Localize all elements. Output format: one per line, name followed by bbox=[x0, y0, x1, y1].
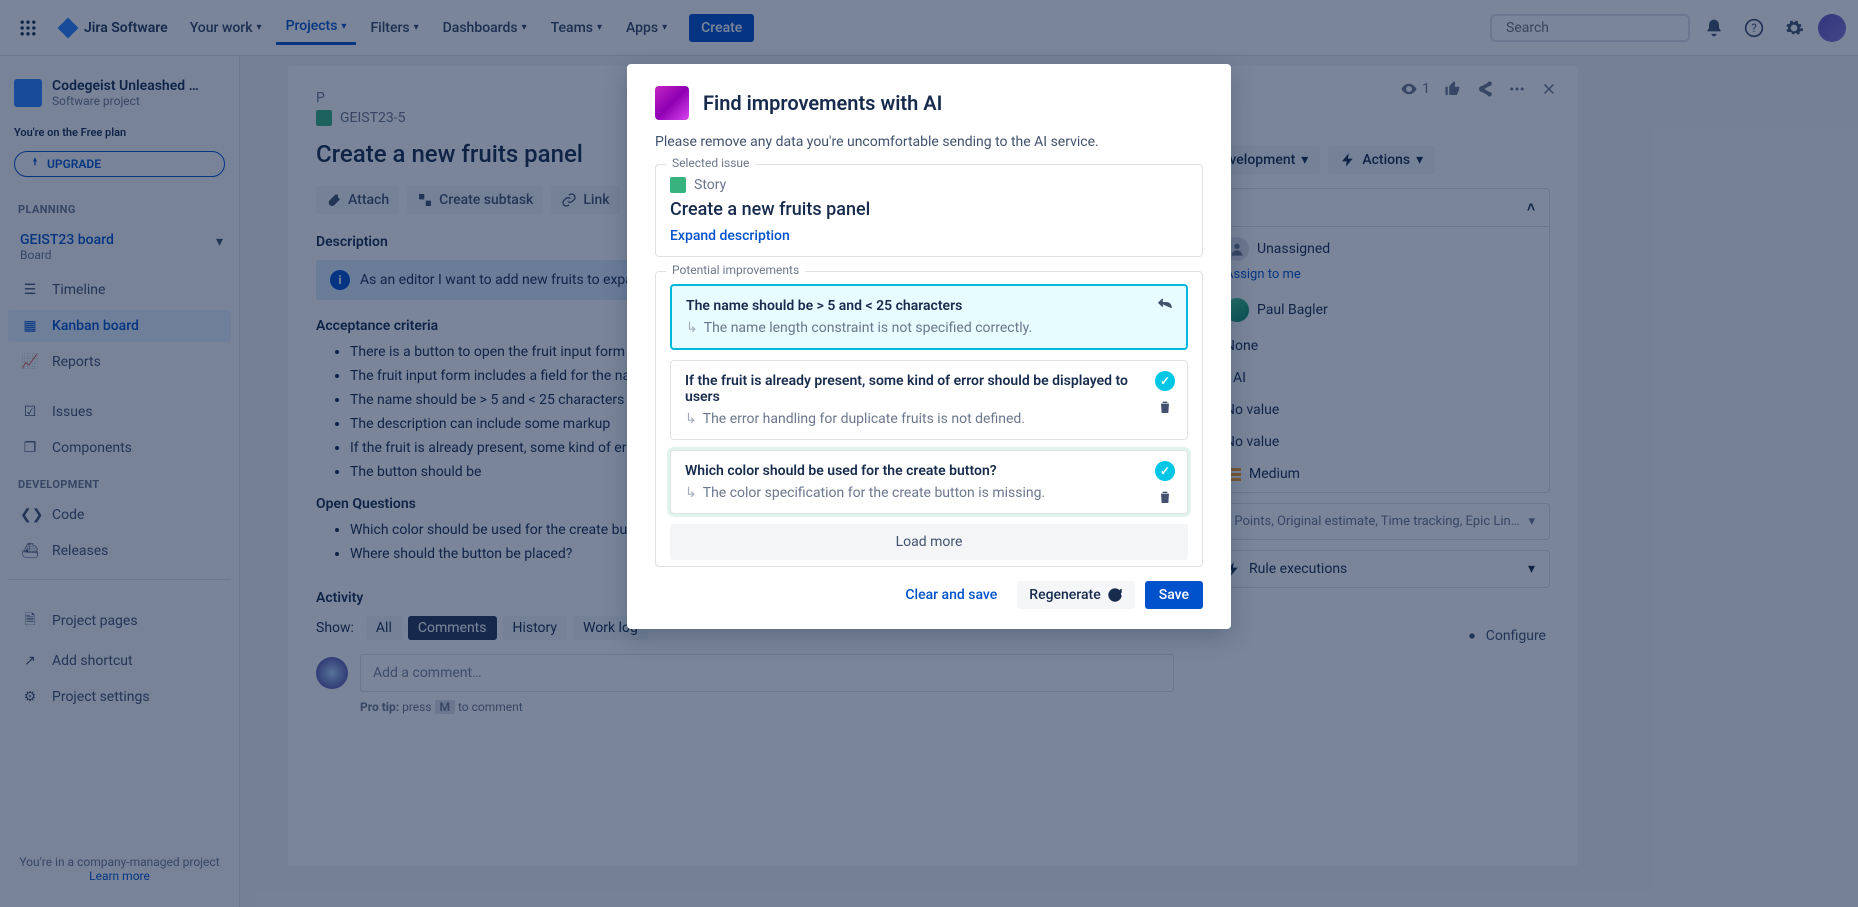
modal-footer: Clear and save Regenerate Save bbox=[655, 581, 1203, 609]
improvements-legend: Potential improvements bbox=[666, 263, 805, 277]
improvement-actions: ✓ bbox=[1155, 371, 1175, 419]
accept-button[interactable]: ✓ bbox=[1155, 371, 1175, 391]
selected-issue-title: Create a new fruits panel bbox=[670, 199, 1188, 220]
ai-app-icon bbox=[655, 86, 689, 120]
improvement-title: Which color should be used for the creat… bbox=[685, 463, 1173, 479]
arrow-icon: ↳ bbox=[685, 411, 697, 427]
undo-button[interactable] bbox=[1156, 296, 1174, 318]
improvement-reason: ↳The name length constraint is not speci… bbox=[686, 320, 1172, 336]
improvement-reason: ↳The color specification for the create … bbox=[685, 485, 1173, 501]
ai-improvements-modal: Find improvements with AI Please remove … bbox=[627, 64, 1231, 629]
refresh-icon bbox=[1107, 587, 1123, 603]
delete-button[interactable] bbox=[1157, 489, 1173, 509]
improvements-box: Potential improvements The name should b… bbox=[655, 271, 1203, 567]
arrow-icon: ↳ bbox=[686, 320, 698, 336]
delete-button[interactable] bbox=[1157, 399, 1173, 419]
expand-description-link[interactable]: Expand description bbox=[670, 228, 1188, 244]
improvement-card[interactable]: The name should be > 5 and < 25 characte… bbox=[670, 284, 1188, 350]
improvement-actions bbox=[1156, 296, 1174, 318]
improvement-actions: ✓ bbox=[1155, 461, 1175, 509]
save-button[interactable]: Save bbox=[1145, 581, 1203, 609]
selected-issue-box: Selected issue Story Create a new fruits… bbox=[655, 164, 1203, 257]
selected-issue-type: Story bbox=[670, 177, 1188, 193]
improvement-reason: ↳The error handling for duplicate fruits… bbox=[685, 411, 1173, 427]
improvement-card[interactable]: If the fruit is already present, some ki… bbox=[670, 360, 1188, 440]
modal-title: Find improvements with AI bbox=[703, 91, 942, 115]
modal-subtitle: Please remove any data you're uncomforta… bbox=[655, 134, 1203, 150]
load-more-button[interactable]: Load more bbox=[670, 524, 1188, 560]
story-type-icon bbox=[670, 177, 686, 193]
arrow-icon: ↳ bbox=[685, 485, 697, 501]
selected-issue-legend: Selected issue bbox=[666, 156, 755, 170]
accept-button[interactable]: ✓ bbox=[1155, 461, 1175, 481]
improvement-card[interactable]: Which color should be used for the creat… bbox=[670, 450, 1188, 514]
improvement-title: The name should be > 5 and < 25 characte… bbox=[686, 298, 1172, 314]
improvement-title: If the fruit is already present, some ki… bbox=[685, 373, 1173, 405]
regenerate-button[interactable]: Regenerate bbox=[1017, 581, 1134, 609]
modal-header: Find improvements with AI bbox=[655, 86, 1203, 120]
clear-and-save-button[interactable]: Clear and save bbox=[895, 581, 1007, 609]
